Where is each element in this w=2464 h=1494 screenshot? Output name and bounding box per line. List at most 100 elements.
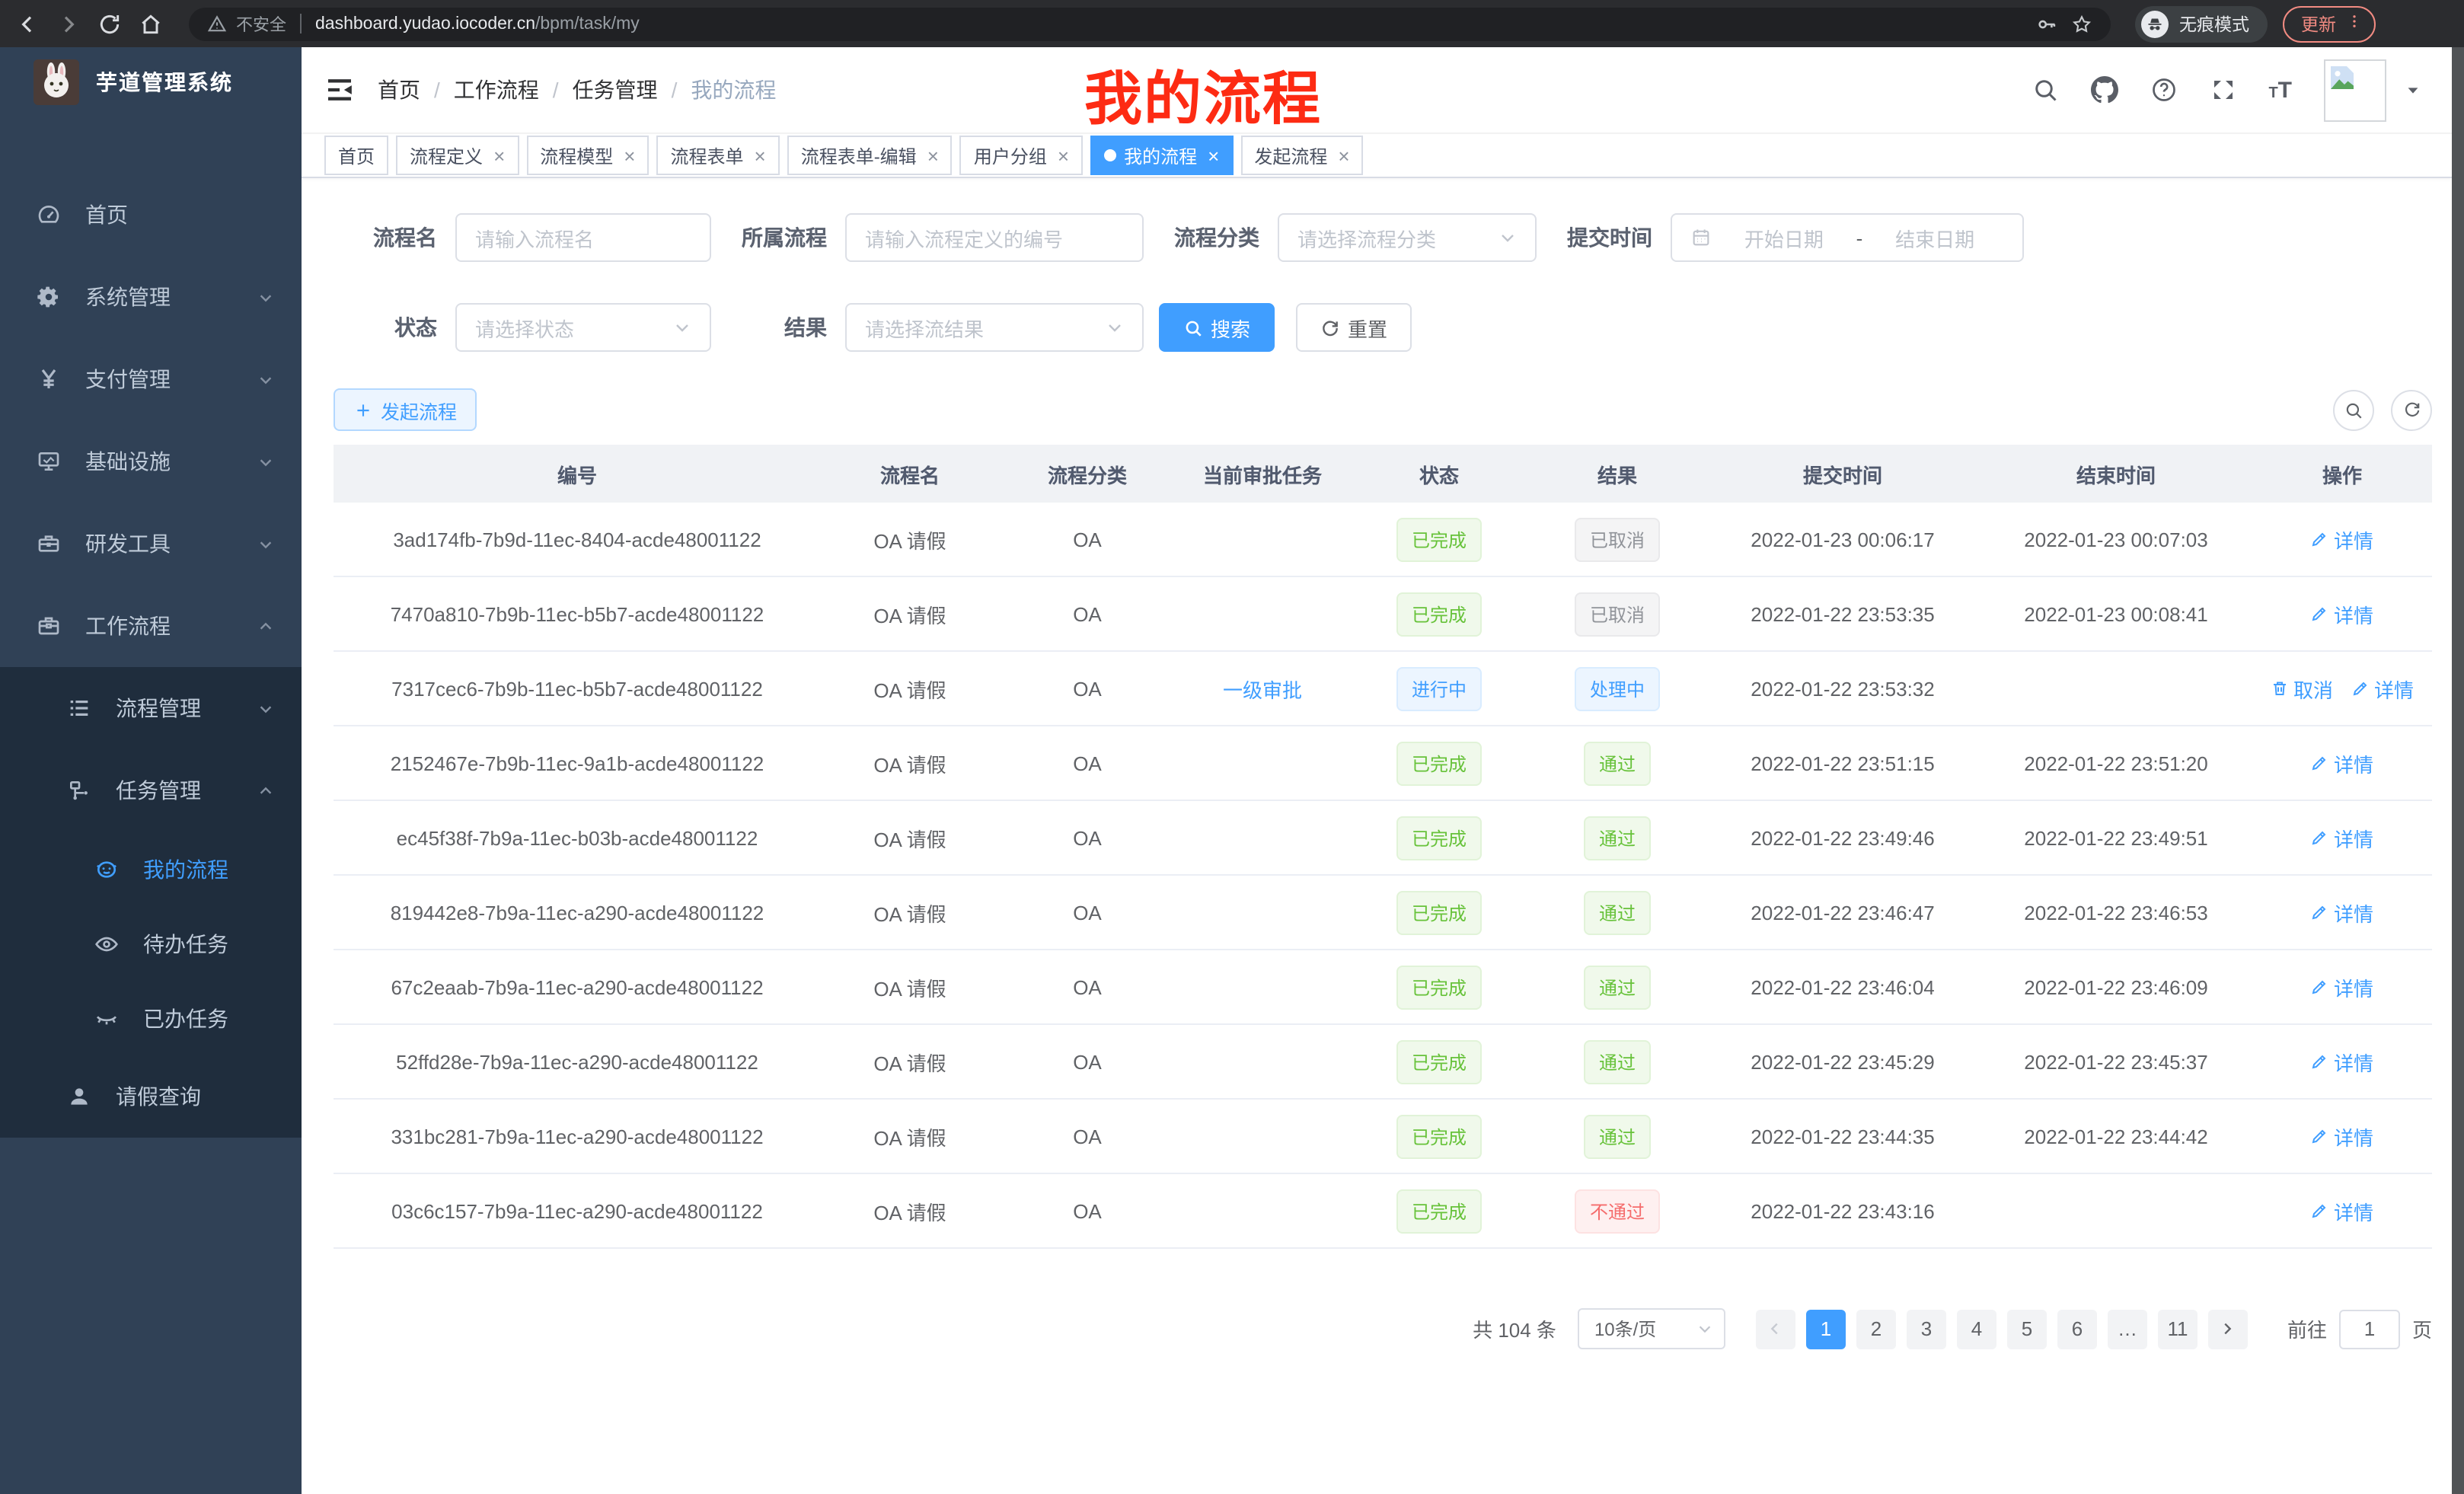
current-task-link[interactable]: 一级审批	[1223, 674, 1302, 703]
search-button[interactable]: 搜索	[1159, 303, 1275, 352]
close-icon[interactable]: ×	[1335, 145, 1349, 165]
action-详情[interactable]: 详情	[2311, 823, 2373, 852]
process-name-input[interactable]: 请输入流程名	[455, 213, 711, 262]
browser-menu-icon[interactable]	[2347, 13, 2362, 34]
tab-流程表单[interactable]: 流程表单×	[656, 136, 779, 175]
sidebar-item-支付管理[interactable]: 支付管理	[0, 338, 302, 420]
page-button-2[interactable]: 2	[1856, 1309, 1896, 1349]
next-page-button[interactable]	[2208, 1309, 2248, 1349]
search-icon[interactable]	[2031, 76, 2058, 104]
action-详情[interactable]: 详情	[2311, 599, 2373, 628]
tab-流程定义[interactable]: 流程定义×	[396, 136, 519, 175]
breadcrumb-workflow[interactable]: 工作流程	[454, 75, 539, 105]
help-icon[interactable]	[2150, 76, 2177, 104]
password-key-icon[interactable]	[2036, 13, 2057, 34]
row-id: 03c6c157-7b9a-11ec-a290-acde48001122	[334, 1199, 821, 1222]
row-process-name: OA 请假	[821, 972, 999, 1001]
address-bar[interactable]: 不安全 dashboard.yudao.iocoder.cn/bpm/task/…	[189, 7, 2111, 40]
action-详情[interactable]: 详情	[2311, 525, 2373, 554]
sidebar-item-流程管理[interactable]: 流程管理	[0, 667, 302, 749]
forward-icon[interactable]	[56, 11, 81, 36]
row-id: 3ad174fb-7b9d-11ec-8404-acde48001122	[334, 528, 821, 551]
sidebar-item-首页[interactable]: 首页	[0, 174, 302, 256]
action-详情[interactable]: 详情	[2311, 749, 2373, 777]
page-button-11[interactable]: 11	[2158, 1309, 2197, 1349]
status-tag: 已取消	[1575, 517, 1660, 561]
action-详情[interactable]: 详情	[2311, 1122, 2373, 1151]
edit-icon	[2311, 1052, 2329, 1071]
sidebar-item-待办任务[interactable]: 待办任务	[0, 906, 302, 981]
page-button-3[interactable]: 3	[1907, 1309, 1946, 1349]
sidebar-fold-icon[interactable]	[324, 75, 355, 105]
tab-首页[interactable]: 首页	[324, 136, 388, 175]
tab-发起流程[interactable]: 发起流程×	[1240, 136, 1363, 175]
refresh-table-button[interactable]	[2391, 389, 2432, 430]
prev-page-button[interactable]	[1756, 1309, 1795, 1349]
close-icon[interactable]: ×	[1205, 145, 1219, 165]
page-scrollbar[interactable]	[2452, 47, 2464, 1494]
reset-button[interactable]: 重置	[1296, 303, 1412, 352]
bookmark-star-icon[interactable]	[2071, 13, 2092, 34]
page-size-select[interactable]: 10条/页	[1578, 1308, 1725, 1349]
reload-icon[interactable]	[97, 11, 122, 36]
sidebar-item-请假查询[interactable]: 请假查询	[0, 1055, 302, 1138]
status-select[interactable]: 请选择状态	[455, 303, 711, 352]
page-button-1[interactable]: 1	[1806, 1309, 1846, 1349]
action-详情[interactable]: 详情	[2311, 972, 2373, 1001]
action-详情[interactable]: 详情	[2311, 1196, 2373, 1225]
category-select[interactable]: 请选择流程分类	[1278, 213, 1537, 262]
edit-icon	[2311, 828, 2329, 847]
create-process-button[interactable]: 发起流程	[334, 388, 477, 431]
action-详情[interactable]: 详情	[2351, 674, 2414, 703]
sidebar-item-研发工具[interactable]: 研发工具	[0, 503, 302, 585]
row-actions: 详情	[2252, 972, 2432, 1001]
close-icon[interactable]: ×	[924, 145, 939, 165]
sidebar-item-我的流程[interactable]: 我的流程	[0, 832, 302, 906]
close-icon[interactable]: ×	[752, 145, 766, 165]
fullscreen-icon[interactable]	[2209, 76, 2236, 104]
app-logo[interactable]: 芋道管理系统	[0, 47, 302, 117]
filter-status-label: 状态	[334, 312, 455, 343]
avatar[interactable]	[2324, 59, 2386, 121]
breadcrumb-home[interactable]: 首页	[378, 75, 420, 105]
show-search-button[interactable]	[2333, 389, 2374, 430]
tab-流程表单-编辑[interactable]: 流程表单-编辑×	[787, 136, 953, 175]
page-button-…[interactable]: …	[2108, 1309, 2147, 1349]
goto-page-input[interactable]: 1	[2339, 1309, 2400, 1349]
chevron-up-icon	[257, 782, 274, 799]
pagination-total: 共 104 条	[1473, 1314, 1556, 1343]
status-tag: 已取消	[1575, 592, 1660, 636]
process-definition-input[interactable]: 请输入流程定义的编号	[845, 213, 1144, 262]
submit-time-range-input[interactable]: 开始日期 - 结束日期	[1671, 213, 2024, 262]
update-label: 更新	[2301, 11, 2336, 36]
sidebar-item-基础设施[interactable]: 基础设施	[0, 420, 302, 503]
action-详情[interactable]: 详情	[2311, 1047, 2373, 1076]
result-select[interactable]: 请选择流结果	[845, 303, 1144, 352]
close-icon[interactable]: ×	[490, 145, 505, 165]
sidebar-item-已办任务[interactable]: 已办任务	[0, 981, 302, 1055]
close-icon[interactable]: ×	[1055, 145, 1069, 165]
back-icon[interactable]	[15, 11, 40, 36]
start-date-placeholder[interactable]: 开始日期	[1715, 223, 1853, 252]
action-详情[interactable]: 详情	[2311, 898, 2373, 927]
end-date-placeholder[interactable]: 结束日期	[1866, 223, 2004, 252]
pagination: 共 104 条 10条/页 123456…11	[334, 1308, 2432, 1349]
sidebar-item-工作流程[interactable]: 工作流程	[0, 585, 302, 667]
page-button-4[interactable]: 4	[1957, 1309, 1996, 1349]
avatar-caret-icon[interactable]	[2405, 81, 2421, 98]
tab-流程模型[interactable]: 流程模型×	[526, 136, 649, 175]
tab-我的流程[interactable]: 我的流程×	[1090, 136, 1233, 175]
sidebar-item-任务管理[interactable]: 任务管理	[0, 749, 302, 832]
page-button-5[interactable]: 5	[2007, 1309, 2047, 1349]
page-button-6[interactable]: 6	[2057, 1309, 2097, 1349]
breadcrumb-task[interactable]: 任务管理	[573, 75, 658, 105]
sidebar-item-系统管理[interactable]: 系统管理	[0, 256, 302, 338]
font-size-icon[interactable]: TT	[2268, 78, 2292, 101]
tab-用户分组[interactable]: 用户分组×	[960, 136, 1083, 175]
github-icon[interactable]	[2090, 76, 2118, 104]
update-button[interactable]: 更新	[2283, 5, 2376, 42]
close-icon[interactable]: ×	[621, 145, 635, 165]
status-tag: 已完成	[1396, 1189, 1482, 1233]
action-取消[interactable]: 取消	[2271, 674, 2333, 703]
home-icon[interactable]	[139, 11, 163, 36]
